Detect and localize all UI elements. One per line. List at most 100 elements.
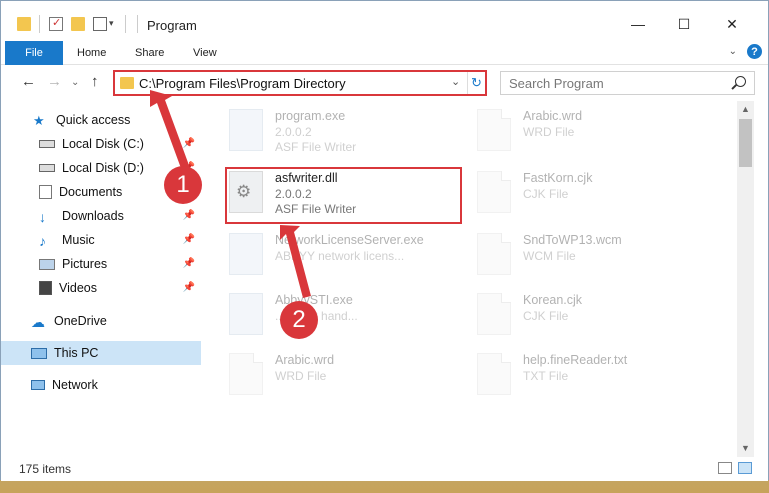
explorer-window: ▾ Program — ☐ ✕ File Home Share View ⌄ ?… xyxy=(0,0,769,481)
folder-icon[interactable] xyxy=(17,17,31,31)
pin-icon[interactable]: 📌 xyxy=(183,234,195,245)
sidebar-item-local-disk-c[interactable]: Local Disk (C:) 📌 xyxy=(1,132,201,156)
back-icon[interactable]: ← xyxy=(21,73,36,90)
file-item[interactable]: AbbyySTI.exe ... event hand... xyxy=(229,291,469,339)
sidebar-item-videos[interactable]: Videos 📌 xyxy=(1,276,201,300)
help-icon[interactable]: ? xyxy=(747,44,762,59)
chevron-down-icon[interactable]: ⌄ xyxy=(451,75,460,88)
file-list: program.exe 2.0.0.2 ASF File Writer Arab… xyxy=(201,101,737,457)
computer-icon xyxy=(31,347,47,359)
sidebar-item-this-pc[interactable]: This PC xyxy=(1,341,201,365)
large-icons-view-icon[interactable] xyxy=(738,462,752,474)
address-path[interactable]: C:\Program Files\Program Directory xyxy=(139,76,346,91)
document-icon xyxy=(229,353,263,395)
refresh-icon[interactable]: ↻ xyxy=(467,72,485,94)
sidebar-item-label: Pictures xyxy=(62,257,108,271)
status-bar: 175 items xyxy=(1,457,768,481)
forward-icon[interactable]: → xyxy=(47,73,62,90)
sidebar-item-label: OneDrive xyxy=(54,314,107,328)
sidebar-item-music[interactable]: ♪ Music 📌 xyxy=(1,228,201,252)
sidebar-item-label: Documents xyxy=(59,185,123,199)
scroll-down-icon[interactable]: ▼ xyxy=(741,443,750,453)
exe-icon xyxy=(229,293,263,335)
file-version: 2.0.0.2 xyxy=(275,125,312,139)
sidebar-item-label: Videos xyxy=(59,281,97,295)
file-type: WRD File xyxy=(275,369,327,383)
file-item[interactable]: program.exe 2.0.0.2 ASF File Writer xyxy=(229,107,469,155)
tab-file[interactable]: File xyxy=(5,41,63,65)
sidebar-item-label: Music xyxy=(62,233,95,247)
file-name: program.exe xyxy=(275,109,346,123)
file-description: ASF File Writer xyxy=(275,140,357,154)
cloud-icon: ☁ xyxy=(31,314,45,330)
sidebar-item-downloads[interactable]: ↓ Downloads 📌 xyxy=(1,204,201,228)
sidebar-item-onedrive[interactable]: ☁ OneDrive xyxy=(1,309,201,333)
up-icon[interactable]: ↑ xyxy=(91,73,99,90)
sidebar-item-quick-access[interactable]: ★ Quick access xyxy=(1,108,201,132)
tab-share[interactable]: Share xyxy=(121,41,178,65)
customize-icon[interactable] xyxy=(93,17,107,31)
file-item[interactable]: Arabic.wrd WRD File xyxy=(477,107,717,155)
sidebar-item-pictures[interactable]: Pictures 📌 xyxy=(1,252,201,276)
file-type: CJK File xyxy=(523,309,569,323)
divider xyxy=(39,15,40,33)
step-2-badge: 2 xyxy=(280,301,318,339)
document-icon xyxy=(477,233,511,275)
vertical-scrollbar[interactable]: ▲ ▼ xyxy=(737,101,754,457)
file-item[interactable]: NetworkLicenseServer.exe ABBYY network l… xyxy=(229,231,469,279)
document-icon xyxy=(477,109,511,151)
file-name: Arabic.wrd xyxy=(275,353,335,367)
videos-icon xyxy=(39,281,52,295)
details-view-icon[interactable] xyxy=(718,462,732,474)
address-bar[interactable]: C:\Program Files\Program Directory ⌄ ↻ xyxy=(113,70,487,96)
file-name: Korean.cjk xyxy=(523,293,583,307)
ribbon-tabs: File Home Share View ⌄ ? xyxy=(1,41,768,65)
file-description: ABBYY network licens... xyxy=(275,249,405,263)
scroll-up-icon[interactable]: ▲ xyxy=(741,104,750,114)
expand-ribbon-icon[interactable]: ⌄ xyxy=(729,46,737,57)
file-item[interactable]: FastKorn.cjk CJK File xyxy=(477,169,717,217)
file-type: WCM File xyxy=(523,249,576,263)
divider xyxy=(137,15,138,33)
music-icon: ♪ xyxy=(39,233,46,249)
file-name: Arabic.wrd xyxy=(523,109,583,123)
chevron-down-icon[interactable]: ▾ xyxy=(109,18,123,32)
maximize-button[interactable]: ☐ xyxy=(661,9,707,39)
title-bar: ▾ Program — ☐ ✕ xyxy=(1,1,768,41)
pin-icon[interactable]: 📌 xyxy=(183,282,195,293)
download-icon: ↓ xyxy=(39,209,46,225)
file-name: SndToWP13.wcm xyxy=(523,233,622,247)
sidebar-item-label: Downloads xyxy=(62,209,124,223)
file-item[interactable]: Korean.cjk CJK File xyxy=(477,291,717,339)
minimize-button[interactable]: — xyxy=(615,9,661,39)
scroll-thumb[interactable] xyxy=(739,119,752,167)
pin-icon[interactable]: 📌 xyxy=(183,210,195,221)
item-count: 175 items xyxy=(19,462,72,476)
sidebar-item-network[interactable]: Network xyxy=(1,373,201,397)
properties-icon[interactable] xyxy=(49,16,63,31)
new-folder-icon[interactable] xyxy=(71,17,85,31)
exe-icon xyxy=(229,109,263,151)
divider xyxy=(125,15,126,33)
tab-view[interactable]: View xyxy=(179,41,231,65)
tab-home[interactable]: Home xyxy=(63,41,120,65)
file-item[interactable]: help.fineReader.txt TXT File xyxy=(477,351,717,399)
sidebar-item-label: Network xyxy=(52,378,98,392)
search-box[interactable]: Search Program xyxy=(500,71,755,95)
file-item[interactable]: Arabic.wrd WRD File xyxy=(229,351,469,399)
folder-icon xyxy=(120,77,134,89)
star-icon: ★ xyxy=(33,113,45,128)
file-type: CJK File xyxy=(523,187,569,201)
recent-locations-icon[interactable]: ⌄ xyxy=(71,77,79,88)
pin-icon[interactable]: 📌 xyxy=(183,138,195,149)
pin-icon[interactable]: 📌 xyxy=(183,258,195,269)
ribbon-controls: ⌄ ? xyxy=(729,44,762,59)
documents-icon xyxy=(39,185,52,199)
search-input[interactable]: Search Program xyxy=(509,76,604,91)
sidebar-item-label: Local Disk (D:) xyxy=(62,161,144,175)
view-switcher xyxy=(718,462,752,474)
file-item[interactable]: SndToWP13.wcm WCM File xyxy=(477,231,717,279)
exe-icon xyxy=(229,233,263,275)
close-button[interactable]: ✕ xyxy=(709,9,755,39)
document-icon xyxy=(477,353,511,395)
